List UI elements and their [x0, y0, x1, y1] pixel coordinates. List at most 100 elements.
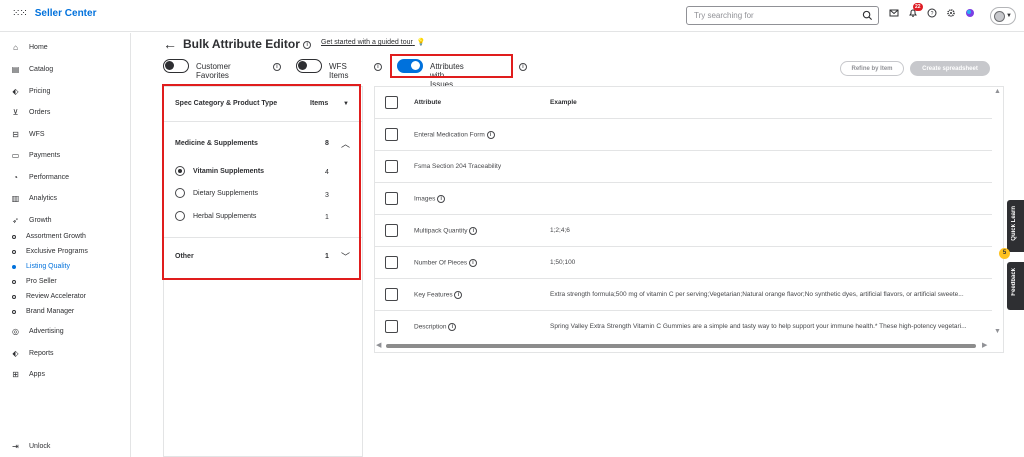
wfs-items-label: WFS Items [329, 62, 349, 80]
quick-learn-label: Quick Learn [1011, 206, 1017, 241]
info-icon[interactable]: i [448, 323, 457, 331]
sidebar-item-payments[interactable]: ▭ Payments [11, 151, 60, 160]
guided-tour-link[interactable]: Get started with a guided tour 💡 [321, 38, 426, 46]
sidebar-item-label: Orders [29, 109, 51, 116]
row-checkbox[interactable] [385, 192, 398, 205]
attribute-name: Description [414, 323, 447, 331]
sidebar-item-label: Growth [29, 217, 52, 224]
feedback-label: Feedback [1011, 268, 1017, 296]
avatar [994, 10, 1005, 22]
table-row: Images i [375, 183, 992, 215]
scroll-left-icon[interactable]: ◀ [376, 341, 381, 349]
sidebar-subitem-brand-manager[interactable]: Brand Manager [12, 308, 74, 315]
attribute-cell: Multipack Quantity i [414, 227, 478, 235]
sidebar-item-wfs[interactable]: ⊟ WFS [11, 130, 44, 139]
vertical-scrollbar[interactable]: ▲ ▼ [992, 87, 1003, 340]
info-icon[interactable]: i [374, 63, 382, 71]
create-spreadsheet-button[interactable]: Create spreadsheet [910, 61, 990, 76]
row-checkbox[interactable] [385, 256, 398, 269]
info-icon[interactable]: i [519, 63, 527, 71]
bullet-icon [12, 279, 16, 284]
toggle-knob [298, 61, 307, 70]
lightbulb-icon: 💡 [416, 39, 426, 46]
app-grid-icon[interactable]: ⁙⁙ [12, 8, 28, 19]
sidebar-item-apps[interactable]: ⊞ Apps [11, 370, 45, 379]
rocket-icon: ➶ [12, 216, 19, 225]
horizontal-scrollbar[interactable]: ◀ ▶ [375, 340, 992, 352]
toolbar-icons: 22 ? [889, 3, 975, 18]
sidebar-subitem-label: Brand Manager [26, 308, 75, 315]
row-checkbox[interactable] [385, 160, 398, 173]
page-title: Bulk Attribute Editor i [183, 37, 312, 51]
sidebar-subitem-assortment-growth[interactable]: Assortment Growth [12, 233, 86, 240]
gear-icon[interactable] [946, 8, 956, 18]
attribute-name: Multipack Quantity [414, 227, 468, 235]
example-cell: 1;2;4;6 [550, 227, 570, 234]
target-icon: ◎ [12, 327, 19, 336]
brand[interactable]: ⁙⁙ Seller Center [12, 8, 96, 19]
notification-bell-icon[interactable]: 22 [908, 3, 923, 18]
search-icon[interactable] [862, 10, 873, 21]
search-input[interactable]: Try searching for [686, 6, 879, 25]
row-checkbox[interactable] [385, 128, 398, 141]
table-row: Multipack Quantity i 1;2;4;6 [375, 215, 992, 247]
row-checkbox[interactable] [385, 320, 398, 333]
sidebar-item-advertising[interactable]: ◎ Advertising [11, 327, 64, 336]
example-cell: Spring Valley Extra Strength Vitamin C G… [550, 323, 967, 330]
table-row: Number Of Pieces i 1;50;100 [375, 247, 992, 279]
info-icon[interactable]: i [273, 63, 281, 71]
refine-by-item-button[interactable]: Refine by Item [840, 61, 904, 76]
spark-badge[interactable]: 5 [999, 248, 1010, 259]
help-icon[interactable]: ? [927, 8, 937, 18]
sidebar-item-growth[interactable]: ➶ Growth [11, 216, 52, 225]
select-all-checkbox[interactable] [385, 96, 398, 109]
table-row: Enteral Medication Form i [375, 119, 992, 151]
sidebar-item-label: Unlock [29, 443, 51, 450]
warehouse-icon: ⊟ [12, 130, 19, 139]
sidebar-unlock[interactable]: ⇥ Unlock [11, 442, 50, 451]
attribute-cell: Fsma Section 204 Traceability [414, 163, 501, 170]
sidebar-subitem-listing-quality[interactable]: Listing Quality [12, 263, 70, 270]
sidebar-subitem-review-accelerator[interactable]: Review Accelerator [12, 293, 86, 300]
feedback-tab[interactable]: Feedback [1007, 262, 1024, 310]
sidebar-item-orders[interactable]: ⊻ Orders [11, 108, 51, 117]
account-menu[interactable]: ▼ [990, 7, 1016, 25]
bullet-icon [12, 264, 16, 269]
tag-icon: ⬖ [12, 87, 19, 96]
attribute-name: Number Of Pieces [414, 259, 468, 267]
attribute-cell: Number Of Pieces i [414, 259, 477, 267]
info-icon[interactable]: i [486, 131, 495, 139]
info-icon[interactable]: i [437, 195, 446, 203]
sidebar-item-label: Advertising [29, 328, 64, 335]
ai-assistant-icon[interactable] [965, 8, 975, 18]
table-header-row: Attribute Example [375, 87, 992, 119]
wfs-items-toggle[interactable] [296, 59, 322, 73]
back-arrow-icon[interactable]: ← [163, 36, 177, 52]
attribute-name: Enteral Medication Form [414, 131, 485, 139]
mail-icon[interactable] [889, 8, 899, 18]
svg-text:?: ? [931, 11, 934, 17]
sidebar-item-performance[interactable]: ◔ Performance [11, 173, 69, 182]
sidebar-subitem-pro-seller[interactable]: Pro Seller [12, 278, 57, 285]
table-row: Description i Spring Valley Extra Streng… [375, 311, 992, 343]
sidebar-item-catalog[interactable]: ▤ Catalog [11, 65, 53, 74]
sidebar-item-reports[interactable]: ⬖ Reports [11, 349, 53, 358]
customer-favorites-toggle[interactable] [163, 59, 189, 73]
info-icon[interactable]: i [469, 227, 478, 235]
sidebar-item-home[interactable]: ⌂ Home [11, 43, 48, 52]
info-icon[interactable]: i [468, 259, 477, 267]
quick-learn-tab[interactable]: Quick Learn [1007, 200, 1024, 252]
card-icon: ▭ [11, 151, 20, 160]
brand-title[interactable]: Seller Center [35, 8, 97, 19]
horizontal-scroll-thumb[interactable] [386, 344, 976, 348]
row-checkbox[interactable] [385, 224, 398, 237]
row-checkbox[interactable] [385, 288, 398, 301]
scroll-up-icon[interactable]: ▲ [994, 88, 1001, 95]
scroll-down-icon[interactable]: ▼ [994, 328, 1001, 335]
info-icon[interactable]: i [303, 40, 312, 49]
sidebar-subitem-exclusive-programs[interactable]: Exclusive Programs [12, 248, 88, 255]
info-icon[interactable]: i [454, 291, 463, 299]
scroll-right-icon[interactable]: ▶ [982, 341, 987, 349]
sidebar-item-analytics[interactable]: ▥ Analytics [11, 194, 57, 203]
sidebar-item-pricing[interactable]: ⬖ Pricing [11, 87, 50, 96]
